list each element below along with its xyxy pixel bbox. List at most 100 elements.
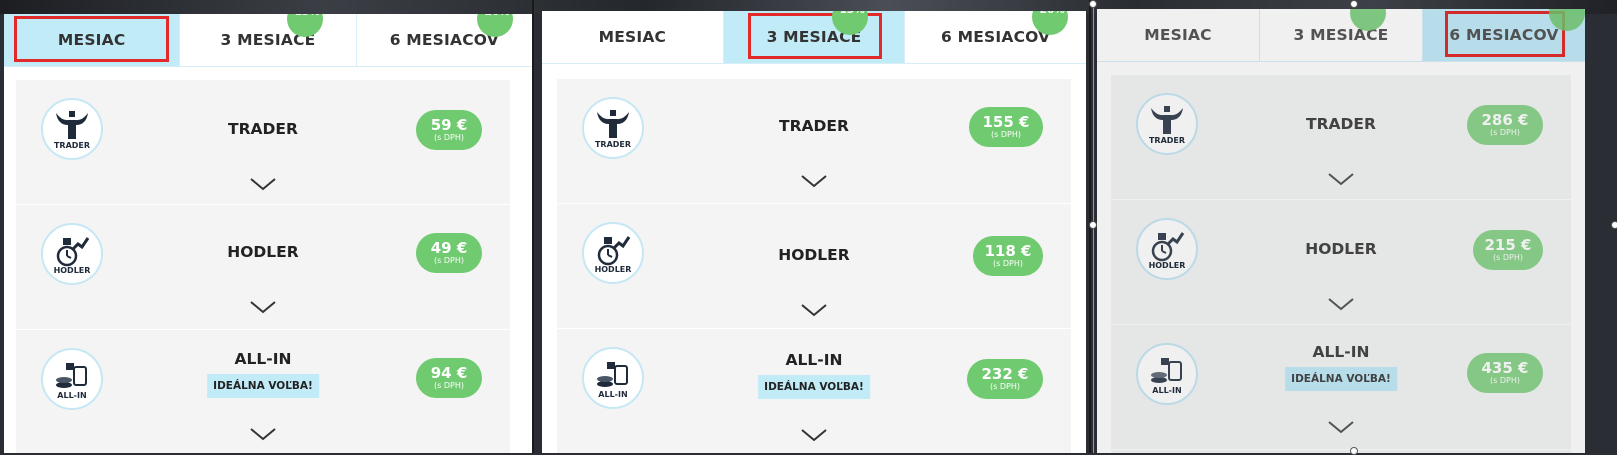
- price-button[interactable]: 94 € (s DPH): [416, 358, 482, 398]
- chips-cards-icon: [1151, 357, 1182, 383]
- clock-chart-icon: [1151, 231, 1185, 261]
- chevron-down-icon[interactable]: [249, 176, 277, 192]
- price-value: 435 €: [1481, 359, 1529, 377]
- chevron-down-icon[interactable]: [1327, 171, 1355, 187]
- chips-cards-icon: [597, 361, 628, 387]
- price-tax: (s DPH): [434, 256, 464, 265]
- period-tabs: MESIAC 3 MESIACE 6 MESIACOV: [1097, 9, 1585, 62]
- tab-mesiac[interactable]: MESIAC: [4, 14, 181, 66]
- logo-label: TRADER: [53, 140, 91, 150]
- resize-handle[interactable]: [1089, 0, 1097, 8]
- logo-label: HODLER: [1148, 260, 1186, 270]
- price-button[interactable]: 286 € (s DPH): [1467, 105, 1543, 145]
- clock-chart-icon: [597, 235, 631, 265]
- period-tabs: MESIAC 3 MESIACE 6 MESIACOV: [4, 14, 532, 67]
- plan-name: TRADER: [779, 117, 849, 135]
- plans-list: TRADER TRADER 286 € (s DPH) HODLER HODLE…: [1111, 75, 1571, 453]
- price-tax: (s DPH): [990, 382, 1020, 391]
- pricing-panel-half-year: MESIAC 3 MESIACE 6 MESIACOV -13% -26% TR…: [1097, 9, 1585, 453]
- period-tabs: MESIAC 3 MESIACE 6 MESIACOV: [542, 11, 1086, 64]
- logo-label: ALL-IN: [57, 390, 87, 400]
- plan-row-all-in: ALL-IN ALL-IN IDEÁLNA VOĽBA! 94 € (s DPH…: [16, 330, 510, 453]
- price-value: 286 €: [1481, 111, 1529, 129]
- chevron-down-icon[interactable]: [1327, 419, 1355, 435]
- plan-name: HODLER: [778, 246, 850, 264]
- tab-3-mesiace[interactable]: 3 MESIACE: [723, 11, 906, 63]
- chevron-down-icon[interactable]: [249, 426, 277, 442]
- pricing-panel-monthly: MESIAC 3 MESIACE 6 MESIACOV -13% -26% TR…: [4, 14, 532, 453]
- logo-label: ALL-IN: [598, 389, 628, 399]
- price-tax: (s DPH): [1490, 128, 1520, 137]
- resize-handle[interactable]: [1350, 447, 1358, 455]
- chevron-down-icon[interactable]: [800, 427, 828, 443]
- plan-name: TRADER: [1306, 115, 1376, 133]
- price-tax: (s DPH): [434, 133, 464, 142]
- logo-label: TRADER: [594, 139, 632, 149]
- bull-icon: [1151, 105, 1183, 134]
- price-button[interactable]: 215 € (s DPH): [1473, 230, 1543, 270]
- all-in-logo: ALL-IN: [582, 347, 644, 409]
- chevron-down-icon[interactable]: [800, 173, 828, 189]
- price-value: 118 €: [984, 242, 1032, 260]
- chevron-down-icon[interactable]: [249, 299, 277, 315]
- plan-name: HODLER: [227, 243, 299, 261]
- price-button[interactable]: 232 € (s DPH): [967, 359, 1043, 399]
- plan-name: HODLER: [1305, 240, 1377, 258]
- panel-divider: [532, 0, 534, 453]
- plans-list: TRADER TRADER 155 € (s DPH) HODLER HODLE…: [557, 79, 1071, 453]
- ideal-choice-badge: IDEÁLNA VOĽBA!: [207, 374, 319, 398]
- plan-row-all-in: ALL-IN ALL-IN IDEÁLNA VOĽBA! 232 € (s DP…: [557, 329, 1071, 453]
- resize-handle[interactable]: [1089, 221, 1097, 229]
- pricing-panel-quarterly: MESIAC 3 MESIACE 6 MESIACOV -13% -26% TR…: [542, 11, 1086, 453]
- price-value: 94 €: [430, 364, 468, 382]
- price-button[interactable]: 435 € (s DPH): [1467, 353, 1543, 393]
- hodler-logo: HODLER: [582, 222, 644, 284]
- hodler-logo: HODLER: [41, 223, 103, 285]
- price-value: 232 €: [981, 365, 1029, 383]
- clock-chart-icon: [56, 236, 90, 266]
- price-value: 215 €: [1484, 236, 1532, 254]
- price-button[interactable]: 59 € (s DPH): [416, 110, 482, 150]
- plans-list: TRADER TRADER 59 € (s DPH) HODLER HODLER…: [16, 80, 510, 453]
- price-value: 49 €: [430, 239, 468, 257]
- tab-mesiac[interactable]: MESIAC: [542, 11, 724, 63]
- plan-name: ALL-IN: [785, 351, 843, 369]
- ideal-choice-badge: IDEÁLNA VOĽBA!: [1285, 367, 1397, 391]
- plan-name: ALL-IN: [1312, 343, 1370, 361]
- chips-cards-icon: [56, 362, 87, 388]
- resize-handle[interactable]: [1350, 0, 1358, 8]
- resize-handle[interactable]: [1611, 221, 1617, 229]
- plan-row-all-in: ALL-IN ALL-IN IDEÁLNA VOĽBA! 435 € (s DP…: [1111, 325, 1571, 450]
- price-button[interactable]: 49 € (s DPH): [416, 233, 482, 273]
- logo-label: ALL-IN: [1152, 385, 1182, 395]
- bull-icon: [597, 109, 629, 138]
- plan-row-hodler: HODLER HODLER 49 € (s DPH): [16, 205, 510, 330]
- chevron-down-icon[interactable]: [800, 302, 828, 318]
- plan-row-trader: TRADER TRADER 286 € (s DPH): [1111, 75, 1571, 200]
- hodler-logo: HODLER: [1136, 218, 1198, 280]
- all-in-logo: ALL-IN: [1136, 343, 1198, 405]
- price-button[interactable]: 155 € (s DPH): [969, 107, 1043, 147]
- price-tax: (s DPH): [991, 130, 1021, 139]
- plan-name: TRADER: [228, 120, 298, 138]
- bull-icon: [56, 110, 88, 139]
- plan-row-trader: TRADER TRADER 59 € (s DPH): [16, 80, 510, 205]
- plan-row-hodler: HODLER HODLER 215 € (s DPH): [1111, 200, 1571, 325]
- price-button[interactable]: 118 € (s DPH): [973, 236, 1043, 276]
- plan-name: ALL-IN: [234, 350, 292, 368]
- tab-3-mesiace[interactable]: 3 MESIACE: [180, 14, 357, 66]
- all-in-logo: ALL-IN: [41, 348, 103, 410]
- trader-logo: TRADER: [41, 98, 103, 160]
- price-value: 155 €: [982, 113, 1030, 131]
- plan-row-hodler: HODLER HODLER 118 € (s DPH): [557, 204, 1071, 329]
- tab-3-mesiace[interactable]: 3 MESIACE: [1260, 9, 1423, 61]
- price-tax: (s DPH): [434, 381, 464, 390]
- tab-mesiac[interactable]: MESIAC: [1097, 9, 1260, 61]
- price-tax: (s DPH): [1493, 253, 1523, 262]
- chevron-down-icon[interactable]: [1327, 296, 1355, 312]
- price-tax: (s DPH): [1490, 376, 1520, 385]
- price-tax: (s DPH): [993, 259, 1023, 268]
- price-value: 59 €: [430, 116, 468, 134]
- ideal-choice-badge: IDEÁLNA VOĽBA!: [758, 375, 870, 399]
- trader-logo: TRADER: [1136, 93, 1198, 155]
